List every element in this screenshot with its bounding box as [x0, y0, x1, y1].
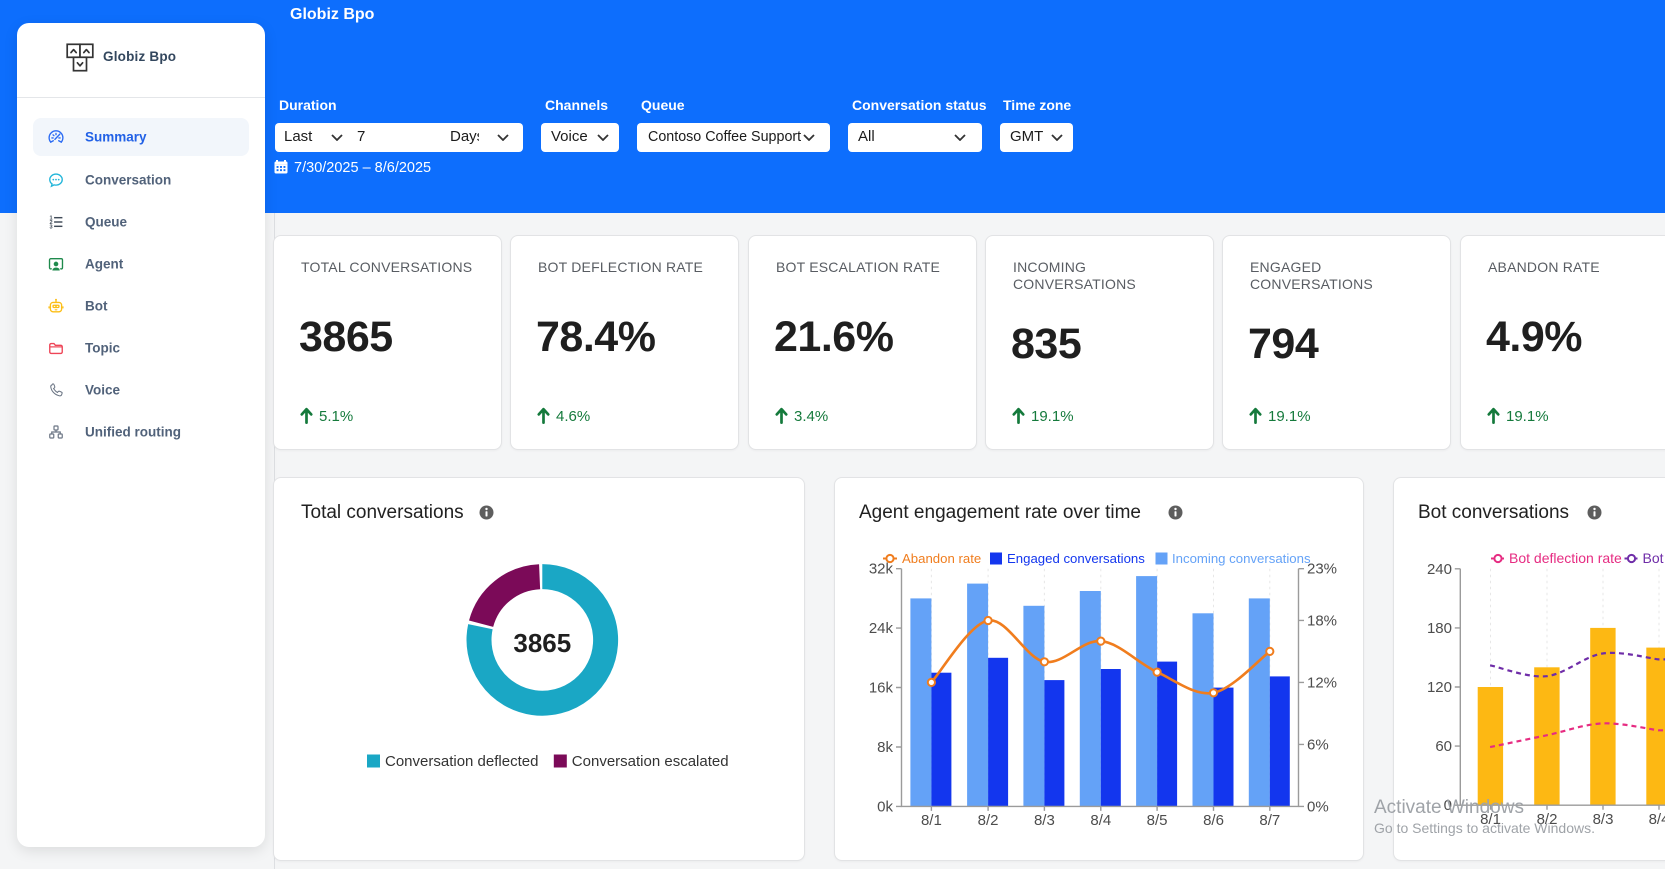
- svg-text:3: 3: [49, 224, 52, 230]
- svg-text:8/6: 8/6: [1203, 812, 1224, 829]
- svg-text:8/4: 8/4: [1649, 811, 1665, 828]
- svg-text:8/5: 8/5: [1147, 812, 1168, 829]
- svg-text:16k: 16k: [869, 680, 894, 697]
- svg-text:18%: 18%: [1307, 612, 1337, 629]
- svg-text:60: 60: [1435, 738, 1452, 755]
- svg-text:8/3: 8/3: [1593, 811, 1614, 828]
- svg-text:8/7: 8/7: [1259, 812, 1280, 829]
- svg-text:Bot escalation rate: Bot escalation rate: [1643, 550, 1665, 566]
- svg-text:180: 180: [1427, 620, 1452, 637]
- svg-text:Abandon rate: Abandon rate: [902, 551, 981, 566]
- svg-text:6%: 6%: [1307, 736, 1329, 753]
- svg-text:120: 120: [1427, 679, 1452, 696]
- svg-text:Engaged conversations: Engaged conversations: [1007, 551, 1145, 566]
- svg-text:Bot deflection rate: Bot deflection rate: [1509, 550, 1622, 566]
- svg-text:12%: 12%: [1307, 674, 1337, 691]
- svg-text:8/1: 8/1: [921, 812, 942, 829]
- svg-text:8/4: 8/4: [1090, 812, 1111, 829]
- svg-text:0%: 0%: [1307, 798, 1329, 815]
- svg-text:Conversation escalated: Conversation escalated: [572, 753, 729, 770]
- svg-text:Incoming conversations: Incoming conversations: [1172, 551, 1311, 566]
- svg-text:3865: 3865: [513, 628, 571, 658]
- svg-text:Conversation deflected: Conversation deflected: [385, 753, 538, 770]
- svg-text:8k: 8k: [877, 739, 893, 756]
- svg-text:8/2: 8/2: [978, 812, 999, 829]
- svg-text:32k: 32k: [869, 561, 894, 578]
- svg-text:24k: 24k: [869, 620, 894, 637]
- svg-text:23%: 23%: [1307, 561, 1337, 578]
- svg-text:8/3: 8/3: [1034, 812, 1055, 829]
- svg-text:0k: 0k: [877, 798, 893, 815]
- svg-text:240: 240: [1427, 561, 1452, 578]
